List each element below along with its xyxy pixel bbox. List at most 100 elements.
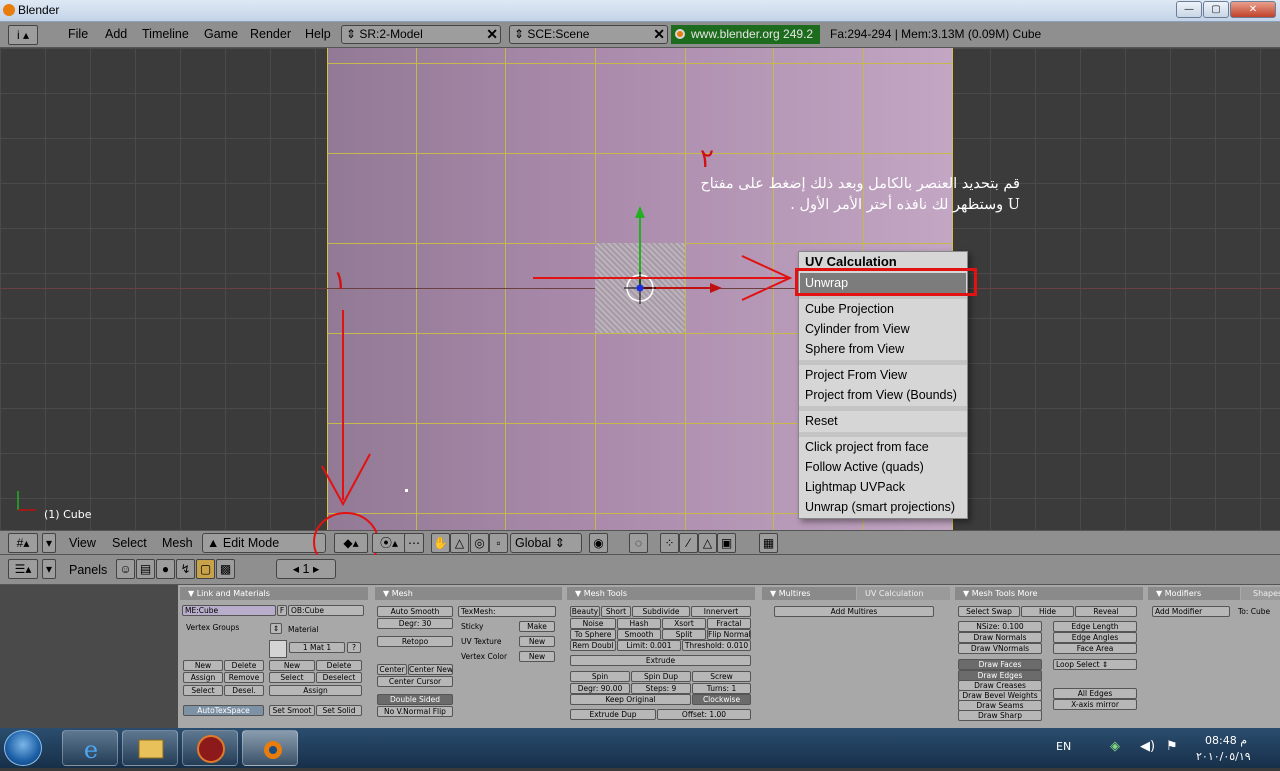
x-axis-mirror-toggle[interactable]: X-axis mirror [1053, 699, 1137, 710]
menu-item-cylinder-from-view[interactable]: Cylinder from View [805, 322, 910, 336]
vertex-color-new-button[interactable]: New [519, 651, 555, 662]
logic-context-icon[interactable]: ☺ [116, 559, 135, 579]
innervert-select[interactable]: Innervert [691, 606, 751, 617]
rotate-manipulator-icon[interactable]: ◎ [470, 533, 489, 553]
draw-vnormals-toggle[interactable]: Draw VNormals [958, 643, 1042, 654]
sticky-make-button[interactable]: Make [519, 621, 555, 632]
tab-shapes[interactable]: Shapes [1241, 587, 1280, 600]
menu-add[interactable]: Add [105, 27, 127, 41]
vgroup-remove-button[interactable]: Remove [224, 672, 264, 683]
minimize-button[interactable]: — [1176, 1, 1202, 18]
object-context-icon[interactable]: ↯ [176, 559, 195, 579]
retopo-toggle[interactable]: Retopo [377, 636, 453, 647]
menu-item-follow-active-quads[interactable]: Follow Active (quads) [805, 460, 924, 474]
menu-mesh[interactable]: Mesh [162, 536, 193, 550]
material-new-button[interactable]: New [269, 660, 315, 671]
add-multires-button[interactable]: Add Multires [774, 606, 934, 617]
action-center-icon[interactable]: ⚑ [1166, 739, 1178, 754]
draw-sharp-toggle[interactable]: Draw Sharp [958, 710, 1042, 721]
scene-delete-icon[interactable]: ✕ [653, 26, 665, 43]
edge-length-toggle[interactable]: Edge Length [1053, 621, 1137, 632]
menu-game[interactable]: Game [204, 27, 238, 41]
spin-degr-field[interactable]: Degr: 90.00 [570, 683, 630, 694]
app-icon[interactable] [182, 730, 238, 766]
texmesh-field[interactable]: TexMesh: [458, 606, 556, 617]
spin-dup-button[interactable]: Spin Dup [631, 671, 691, 682]
scale-manipulator-icon[interactable]: ▫ [489, 533, 508, 553]
panels-label[interactable]: Panels [69, 563, 107, 577]
material-help-button[interactable]: ? [347, 642, 361, 653]
tab-multires[interactable]: ▼ Multires [762, 587, 856, 600]
translate-manipulator-icon[interactable]: △ [450, 533, 469, 553]
vgroup-deselect-button[interactable]: Desel. [224, 685, 264, 696]
smooth-button[interactable]: Smooth [617, 629, 661, 640]
spin-steps-field[interactable]: Steps: 9 [631, 683, 691, 694]
material-index[interactable]: 1 Mat 1 [289, 642, 345, 653]
subdivide-button[interactable]: Subdivide [632, 606, 690, 617]
collapse-header-button[interactable]: ▾ [42, 533, 56, 553]
extrude-button[interactable]: Extrude [570, 655, 751, 666]
vertex-group-select[interactable]: ⇕ [270, 623, 282, 634]
scene-select[interactable]: ⇕ SCE:Scene ✕ [509, 25, 668, 44]
hide-button[interactable]: Hide [1021, 606, 1074, 617]
clock-date[interactable]: ٢٠١٠/٠٥/١٩ [1196, 750, 1251, 763]
panel-title[interactable]: ▼ Mesh Tools More [955, 587, 1143, 600]
autotexspace-toggle[interactable]: AutoTexSpace [183, 705, 264, 716]
spin-button[interactable]: Spin [570, 671, 630, 682]
tab-uv-calculation[interactable]: UV Calculation [857, 587, 950, 600]
double-sided-toggle[interactable]: Double Sided [377, 694, 453, 705]
uv-texture-new-button[interactable]: New [519, 636, 555, 647]
orientation-select[interactable]: Global ⇕ [510, 533, 582, 553]
fake-user-button[interactable]: F [277, 605, 287, 616]
menu-item-unwrap-smart-projections[interactable]: Unwrap (smart projections) [805, 500, 955, 514]
set-solid-button[interactable]: Set Solid [316, 705, 362, 716]
draw-faces-toggle[interactable]: Draw Faces [958, 659, 1042, 670]
maximize-button[interactable]: ▢ [1203, 1, 1229, 18]
limit-field[interactable]: Limit: 0.001 [617, 640, 681, 651]
extrude-dup-button[interactable]: Extrude Dup [570, 709, 656, 720]
menu-item-project-from-view-bounds[interactable]: Project from View (Bounds) [805, 388, 957, 402]
vgroup-assign-button[interactable]: Assign [183, 672, 223, 683]
select-swap-button[interactable]: Select Swap [958, 606, 1020, 617]
center-new-button[interactable]: Center New [408, 664, 453, 675]
material-color-swatch[interactable] [269, 640, 287, 658]
screen-delete-icon[interactable]: ✕ [486, 26, 498, 43]
menu-file[interactable]: File [68, 27, 88, 41]
vgroup-delete-button[interactable]: Delete [224, 660, 264, 671]
menu-item-lightmap-uvpack[interactable]: Lightmap UVPack [805, 480, 905, 494]
shading-context-icon[interactable]: ● [156, 559, 175, 579]
screen-select[interactable]: ⇕ SR:2-Model ✕ [341, 25, 501, 44]
vgroup-select-button[interactable]: Select [183, 685, 223, 696]
hash-button[interactable]: Hash [617, 618, 661, 629]
edge-angles-toggle[interactable]: Edge Angles [1053, 632, 1137, 643]
short-toggle[interactable]: Short [601, 606, 631, 617]
language-indicator[interactable]: EN [1056, 740, 1071, 753]
beauty-toggle[interactable]: Beauty [570, 606, 600, 617]
file-explorer-icon[interactable] [122, 730, 178, 766]
reveal-button[interactable]: Reveal [1075, 606, 1137, 617]
xsort-button[interactable]: Xsort [662, 618, 706, 629]
to-sphere-button[interactable]: To Sphere [570, 629, 616, 640]
clock-time[interactable]: 08:48 م [1205, 734, 1247, 747]
mesh-datablock[interactable]: ME:Cube [182, 605, 276, 616]
tab-modifiers[interactable]: ▼ Modifiers [1148, 587, 1240, 600]
network-icon[interactable]: ◈ [1110, 739, 1120, 754]
hand-tool-icon[interactable]: ✋ [431, 533, 450, 553]
offset-field[interactable]: Offset: 1.00 [657, 709, 751, 720]
material-delete-button[interactable]: Delete [316, 660, 362, 671]
vgroup-new-button[interactable]: New [183, 660, 223, 671]
center-cursor-button[interactable]: Center Cursor [377, 676, 453, 687]
buttons-window-type-icon[interactable]: ☰▴ [8, 559, 38, 579]
volume-icon[interactable]: ◀) [1140, 739, 1155, 754]
occlude-icon[interactable]: ◌ [629, 533, 648, 553]
menu-item-project-from-view[interactable]: Project From View [805, 368, 907, 382]
scene-context-icon[interactable]: ▩ [216, 559, 235, 579]
menu-item-click-project-from-face[interactable]: Click project from face [805, 440, 929, 454]
no-vnormal-flip-toggle[interactable]: No V.Normal Flip [377, 706, 453, 717]
menu-item-reset[interactable]: Reset [805, 414, 838, 428]
render-icon[interactable]: ▦ [759, 533, 778, 553]
blender-url-link[interactable]: www.blender.org 249.2 [671, 25, 820, 44]
screw-turns-field[interactable]: Turns: 1 [692, 683, 751, 694]
snap-button[interactable]: ⋯ [404, 533, 424, 553]
limit-visible-icon[interactable]: ▣ [717, 533, 736, 553]
